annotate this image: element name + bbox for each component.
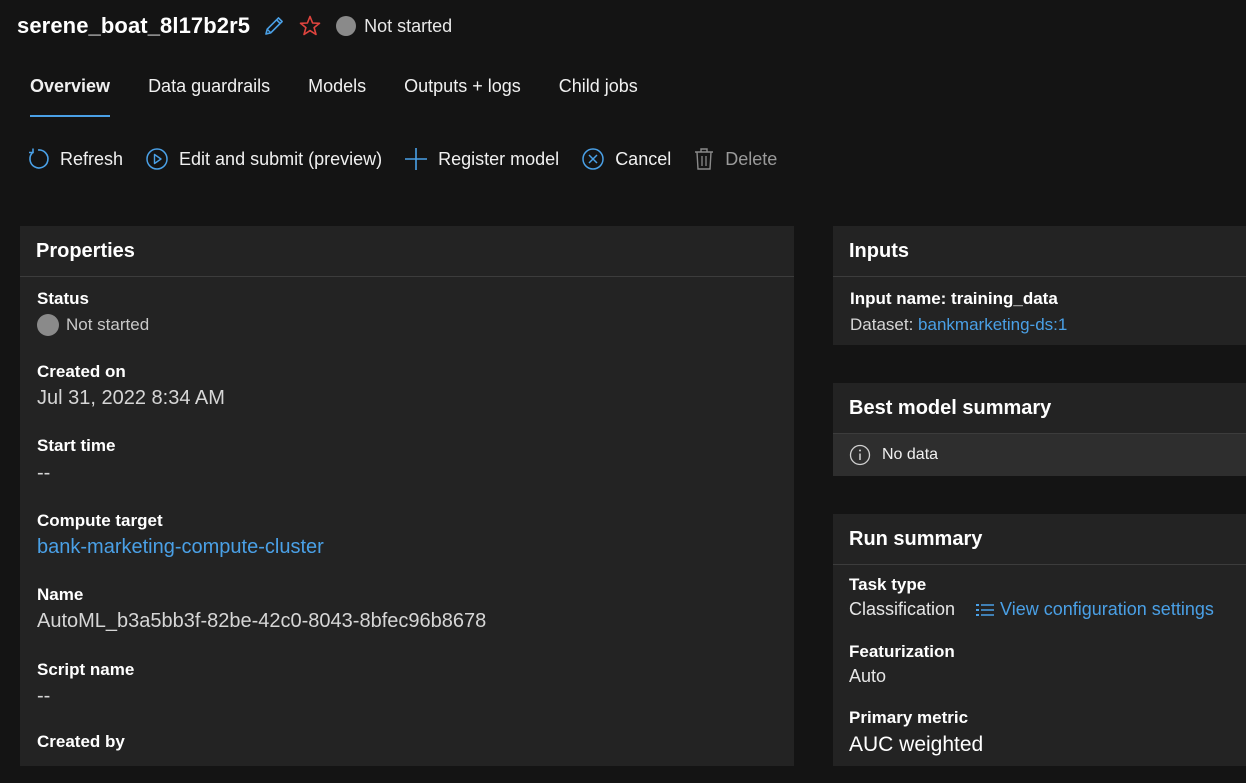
tab-models[interactable]: Models: [308, 76, 366, 116]
run-summary-card: Run summary Task type Classification Vie…: [833, 514, 1246, 766]
trash-icon: [695, 148, 714, 170]
no-data-text: No data: [882, 446, 939, 463]
pencil-icon[interactable]: [262, 14, 286, 38]
status-value-text: Not started: [66, 315, 150, 334]
script-name-label: Script name: [37, 660, 135, 679]
plus-icon: [405, 148, 428, 170]
best-model-card: Best model summary No data: [833, 383, 1246, 476]
compute-target-link[interactable]: bank-marketing-compute-cluster: [37, 536, 324, 559]
info-icon: [849, 444, 871, 466]
status-dot-icon: [336, 16, 357, 36]
featurization-value: Auto: [849, 666, 887, 686]
primary-metric-label: Primary metric: [849, 708, 969, 727]
status-badge: Not started: [336, 16, 452, 37]
view-config-label: View configuration settings: [1000, 599, 1214, 619]
created-on-value: Jul 31, 2022 8:34 AM: [37, 387, 225, 409]
primary-metric-value: AUC weighted: [849, 733, 984, 756]
inputs-card: Inputs Input name: training_data Dataset…: [833, 226, 1246, 345]
task-type-row: Classification View configuration settin…: [849, 599, 1214, 620]
input-name: Input name: training_data: [850, 289, 1058, 308]
page-title: serene_boat_8l17b2r5: [17, 13, 251, 38]
dataset-link[interactable]: bankmarketing-ds:1: [918, 315, 1067, 334]
register-model-button[interactable]: Register model: [404, 144, 559, 174]
tab-outputs-logs[interactable]: Outputs + logs: [404, 76, 521, 116]
tab-overview[interactable]: Overview: [30, 76, 111, 117]
task-type-value: Classification: [849, 599, 956, 619]
tab-data-guardrails[interactable]: Data guardrails: [148, 76, 270, 116]
tab-child-jobs[interactable]: Child jobs: [559, 76, 638, 116]
view-config-link[interactable]: View configuration settings: [975, 599, 1214, 620]
tab-bar: Overview Data guardrails Models Outputs …: [30, 76, 676, 117]
dataset-prefix: Dataset:: [850, 315, 919, 334]
cancel-button[interactable]: Cancel: [581, 144, 671, 174]
refresh-label: Refresh: [60, 148, 124, 169]
refresh-button[interactable]: Refresh: [26, 144, 123, 174]
status-text: Not started: [364, 15, 453, 36]
featurization-label: Featurization: [849, 642, 955, 661]
properties-title: Properties: [20, 226, 794, 277]
command-bar: Refresh Edit and submit (preview) Regist…: [26, 144, 799, 174]
register-model-label: Register model: [438, 148, 560, 169]
cancel-label: Cancel: [615, 148, 672, 169]
properties-card: Properties Status Not started Created on…: [20, 226, 794, 766]
edit-submit-button[interactable]: Edit and submit (preview): [145, 144, 382, 174]
no-data-banner: No data: [833, 434, 1246, 476]
start-time-value: --: [37, 462, 51, 484]
status-dot-icon: [37, 314, 59, 336]
status-label: Status: [37, 289, 89, 308]
delete-button[interactable]: Delete: [693, 144, 777, 174]
refresh-icon: [29, 148, 49, 169]
task-type-label: Task type: [849, 575, 927, 594]
name-value: AutoML_b3a5bb3f-82be-42c0-8043-8bfec96b8…: [37, 610, 487, 632]
play-circle-icon: [146, 148, 168, 170]
delete-label: Delete: [725, 148, 778, 169]
run-summary-title: Run summary: [833, 514, 1246, 565]
script-name-value: --: [37, 685, 51, 707]
compute-target-label: Compute target: [37, 511, 163, 530]
created-on-label: Created on: [37, 362, 126, 381]
start-time-label: Start time: [37, 436, 116, 455]
inputs-title: Inputs: [833, 226, 1246, 277]
list-icon: [976, 603, 995, 616]
name-label: Name: [37, 585, 84, 604]
best-model-title: Best model summary: [833, 383, 1246, 434]
cancel-circle-icon: [582, 148, 604, 170]
status-value: Not started: [37, 314, 149, 336]
star-icon[interactable]: [298, 14, 322, 38]
page-header: serene_boat_8l17b2r5 Not started: [17, 8, 452, 44]
created-by-label: Created by: [37, 732, 125, 751]
dataset-row: Dataset: bankmarketing-ds:1: [850, 315, 1067, 335]
edit-submit-label: Edit and submit (preview): [179, 148, 383, 169]
